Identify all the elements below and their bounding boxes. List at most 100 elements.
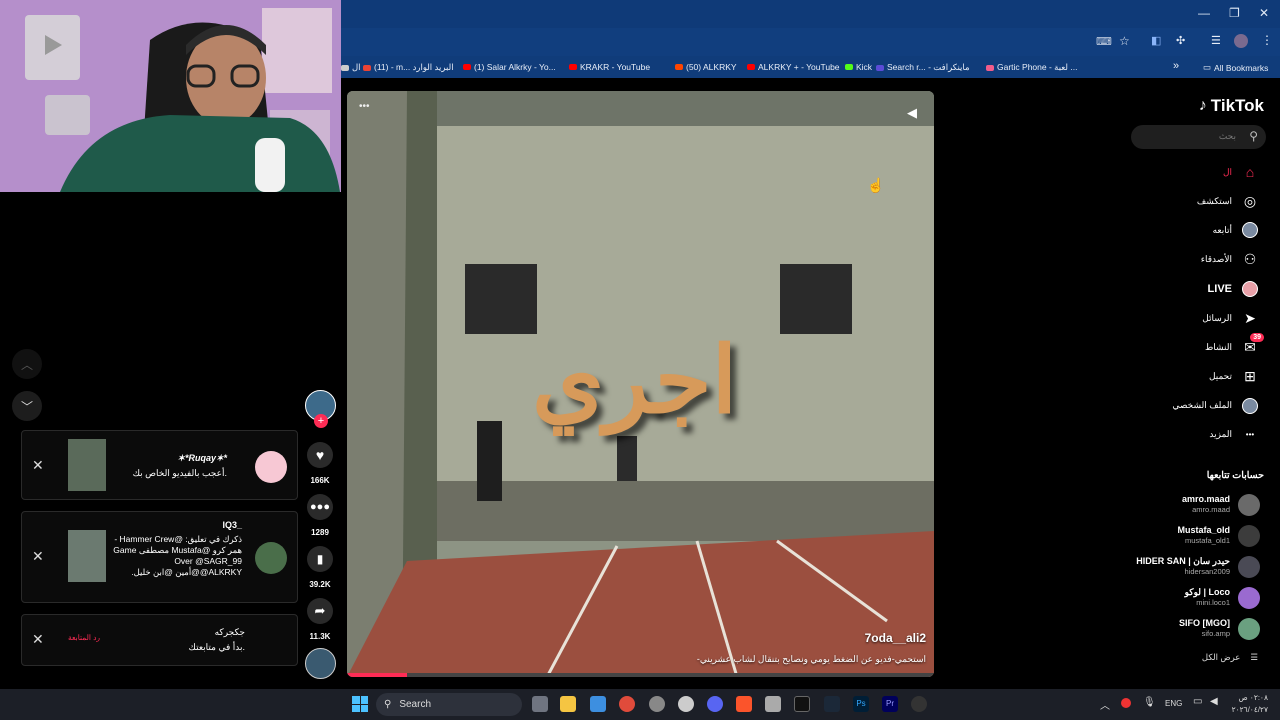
file-explorer-icon[interactable] [560,696,576,712]
previous-video-button[interactable]: ︿ [12,349,42,379]
follow-back-button[interactable]: رد المتابعة [68,633,100,642]
close-window-icon[interactable]: ✕ [1259,6,1269,20]
profile-avatar[interactable] [1234,34,1248,48]
puzzle-icon[interactable]: ✣ [1176,34,1185,47]
see-all-button[interactable]: عرض الكل ☰ [1202,652,1258,663]
task-view-icon[interactable] [532,696,548,712]
sidebar-item[interactable]: أتابعه [1213,222,1258,239]
avatar [255,542,287,574]
taskbar-search[interactable]: ⚲ Search [376,693,522,716]
tab-search-icon[interactable]: ☰ [1211,34,1221,47]
sidebar-item[interactable]: النشاط ✉ 39 [1205,333,1264,355]
all-bookmarks-label: All Bookmarks [1214,62,1269,73]
translate-icon[interactable]: ⌨ [1096,35,1112,48]
clock-time[interactable]: ٠٢:٠٨ ص [1224,693,1268,702]
windows-start-icon[interactable] [352,696,368,712]
notification-like[interactable]: ✕ ✶*Ruqay✶* أعجب بالفيديو الخاص بك. [21,430,298,500]
sidebar-item[interactable]: استكشف ◎ [1197,193,1258,209]
volume-icon[interactable]: ◀ [1210,696,1218,707]
volume-icon[interactable]: ◀ [907,105,917,121]
following-item[interactable]: HIDER SAN | حيدر سان hidersan2009 [1104,554,1264,582]
comment-icon: ●●● [310,501,330,513]
share-count: 11.3K [309,632,331,641]
brave-icon[interactable] [736,696,752,712]
video-caption: -استحمي-فديو عن الضغط يومي ونصايح بتنقال… [696,654,926,664]
restore-icon[interactable]: ❐ [1229,6,1240,20]
notification-mention[interactable]: ✕ IQ3_ ذكرك في تعليق: @Hammer Crew - همر… [21,511,298,603]
bookmark-item[interactable]: Kick [845,62,872,72]
following-item[interactable]: لوكو | Loco mini.loco1 [1104,585,1264,613]
obs-icon[interactable] [678,696,694,712]
bookmark-item[interactable]: (50) ALKRKY [675,62,737,72]
premiere-icon[interactable]: Pr [882,696,898,712]
save-button[interactable]: ▮ [307,546,333,572]
sidebar-item-label: المزيد [1209,429,1232,440]
microphone-icon[interactable]: 🎙 [1143,697,1156,708]
dismiss-icon[interactable]: ✕ [32,457,44,474]
sidebar-item[interactable]: ال ⌂ [1223,164,1258,180]
video-author[interactable]: 7oda__ali2 [865,631,926,645]
app-icon[interactable] [911,696,927,712]
more-bookmarks-icon[interactable]: » [1173,60,1179,72]
search-input[interactable]: بحث ⚲ [1131,125,1266,149]
sidebar-item[interactable]: الأصدقاء ⚇ [1201,251,1258,268]
bookmark-item[interactable]: (11) - m... البريد الوارد [363,62,454,73]
discord-icon[interactable] [707,696,723,712]
steam-icon[interactable] [824,696,840,712]
following-handle: sifo.amp [1201,629,1230,638]
tiktok-note-icon: ♪ [1198,97,1207,114]
language-indicator[interactable]: ENG [1165,699,1182,708]
minimize-icon[interactable]: — [1198,6,1210,20]
bookmark-item[interactable]: ال [341,62,361,73]
tray-app-icon[interactable] [1121,698,1131,708]
video-player[interactable]: اجري ••• ◀ 7oda__ali2 -استحمي-فديو عن ال… [347,91,934,677]
menu-kebab-icon[interactable]: ⋮ [1261,33,1273,47]
chevron-up-icon[interactable]: ︿ [1100,697,1110,712]
bookmark-favicon-icon [747,64,755,70]
share-button[interactable]: ➦ [307,598,333,624]
app-icon[interactable] [649,696,665,712]
next-video-button[interactable]: ﹀ [12,391,42,421]
sidebar-item[interactable]: المزيد ••• [1209,427,1258,443]
star-icon[interactable]: ☆ [1119,34,1130,48]
bookmark-item[interactable]: Search r... - ماينكرافت [876,62,970,73]
following-item[interactable]: SIFO [MGO] sifo.amp [1104,616,1264,644]
like-button[interactable]: ♥ [307,442,333,468]
app-icon[interactable] [765,696,781,712]
sidebar-item[interactable]: تحميل ⊞ [1209,368,1258,384]
search-icon[interactable]: ⚲ [1249,129,1258,143]
taskbar: ⚲ Search Ps Pr ︿ 🎙 ENG ▭ ◀ ٠٢:٠٨ ص ٢٠٢٦/… [0,689,1280,720]
dismiss-icon[interactable]: ✕ [32,548,44,565]
bookmark-item[interactable]: KRAKR - YouTube [569,62,650,72]
follow-plus-icon[interactable]: + [314,414,328,428]
store-icon[interactable] [590,696,606,712]
all-bookmarks-button[interactable]: ▭ All Bookmarks [1203,62,1268,73]
capcut-icon[interactable] [794,696,810,712]
share-icon: ➦ [314,603,326,618]
photoshop-icon[interactable]: Ps [853,696,869,712]
following-item[interactable]: Mustafa_old mustafa_old1 [1104,523,1264,551]
bookmark-item[interactable]: ALKRKY + - YouTube [747,62,840,72]
sidebar-item[interactable]: LIVE [1208,280,1258,297]
notification-follow[interactable]: ✕ رد المتابعة جكجركه بدأ في متابعتك. [21,614,298,666]
bookmark-label: (1) Salar Alkrky - Yo... [474,62,556,72]
dismiss-icon[interactable]: ✕ [32,631,44,648]
sidebar-item-label: الملف الشخصي [1172,400,1232,411]
clock-date[interactable]: ٢٠٢٦/٠٤/٢٧ [1224,705,1268,714]
address-bar[interactable]: ⌨ ☆ ◧ ✣ ☰ ⋮ [341,28,1280,56]
bookmark-item[interactable]: Gartic Phone - لعبة ... [986,62,1077,73]
comment-button[interactable]: ●●● [307,494,333,520]
bookmark-item[interactable]: (1) Salar Alkrky - Yo... [463,62,556,72]
sidebar-item-label: ال [1222,166,1232,177]
following-item[interactable]: amro.maad amro.maad [1104,492,1264,520]
more-options-icon[interactable]: ••• [359,101,370,112]
progress-fill [347,673,407,677]
sidebar-item[interactable]: الملف الشخصي [1172,397,1258,414]
progress-track[interactable] [347,673,934,677]
music-disc[interactable] [305,648,336,679]
tiktok-logo[interactable]: ♪ TikTok [1199,96,1264,116]
chrome-icon[interactable] [619,696,635,712]
sidebar-item[interactable]: الرسائل ➤ [1202,310,1258,326]
extension-icon[interactable]: ◧ [1151,34,1161,47]
network-icon[interactable]: ▭ [1193,696,1202,707]
